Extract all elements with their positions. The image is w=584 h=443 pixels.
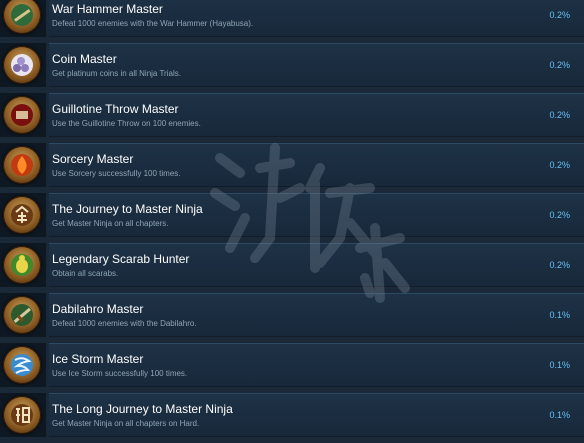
achievement-name: Legendary Scarab Hunter <box>52 252 190 266</box>
achievement-bar: Sorcery Master Use Sorcery successfully … <box>49 143 584 187</box>
achievement-percent: 0.1% <box>549 360 570 370</box>
achievement-description: Get Master Ninja on all chapters on Hard… <box>52 419 200 428</box>
achievement-bar: Ice Storm Master Use Ice Storm successfu… <box>49 343 584 387</box>
achievement-bar: Coin Master Get platinum coins in all Ni… <box>49 43 584 87</box>
ice-storm-icon <box>3 346 41 384</box>
achievement-percent: 0.2% <box>549 210 570 220</box>
achievement-name: Coin Master <box>52 52 117 66</box>
achievement-name: Dabilahro Master <box>52 302 144 316</box>
achievement-row[interactable]: The Journey to Master Ninja Get Master N… <box>0 193 584 237</box>
achievement-percent: 0.2% <box>549 160 570 170</box>
achievement-row[interactable]: Sorcery Master Use Sorcery successfully … <box>0 143 584 187</box>
achievement-name: Ice Storm Master <box>52 352 144 366</box>
achievement-description: Use the Guillotine Throw on 100 enemies. <box>52 119 201 128</box>
achievement-name: Guillotine Throw Master <box>52 102 179 116</box>
achievement-icon-frame <box>0 343 46 387</box>
achievement-row[interactable]: Dabilahro Master Defeat 1000 enemies wit… <box>0 293 584 337</box>
achievement-row[interactable]: Guillotine Throw Master Use the Guilloti… <box>0 93 584 137</box>
master-ninja-hard-kanji-icon <box>3 396 41 434</box>
achievement-percent: 0.2% <box>549 110 570 120</box>
achievement-description: Use Sorcery successfully 100 times. <box>52 169 181 178</box>
guillotine-throw-icon <box>3 96 41 134</box>
achievement-description: Use Ice Storm successfully 100 times. <box>52 369 188 378</box>
achievement-bar: War Hammer Master Defeat 1000 enemies wi… <box>49 0 584 37</box>
achievement-bar: Guillotine Throw Master Use the Guilloti… <box>49 93 584 137</box>
achievement-row[interactable]: Ice Storm Master Use Ice Storm successfu… <box>0 343 584 387</box>
achievement-list: War Hammer Master Defeat 1000 enemies wi… <box>0 0 584 443</box>
sorcery-flame-icon <box>3 146 41 184</box>
achievement-icon-frame <box>0 0 46 37</box>
achievement-percent: 0.1% <box>549 310 570 320</box>
achievement-row[interactable]: Legendary Scarab Hunter Obtain all scara… <box>0 243 584 287</box>
achievement-icon-frame <box>0 43 46 87</box>
achievement-description: Get platinum coins in all Ninja Trials. <box>52 69 181 78</box>
achievement-bar: Dabilahro Master Defeat 1000 enemies wit… <box>49 293 584 337</box>
achievement-name: The Long Journey to Master Ninja <box>52 402 233 416</box>
achievement-row[interactable]: The Long Journey to Master Ninja Get Mas… <box>0 393 584 437</box>
achievement-name: War Hammer Master <box>52 2 163 16</box>
achievement-description: Defeat 1000 enemies with the Dabilahro. <box>52 319 197 328</box>
achievement-icon-frame <box>0 393 46 437</box>
achievement-name: Sorcery Master <box>52 152 134 166</box>
achievement-row[interactable]: War Hammer Master Defeat 1000 enemies wi… <box>0 0 584 37</box>
achievement-icon-frame <box>0 93 46 137</box>
achievement-icon-frame <box>0 243 46 287</box>
achievement-bar: The Long Journey to Master Ninja Get Mas… <box>49 393 584 437</box>
scarab-icon <box>3 246 41 284</box>
achievement-bar: The Journey to Master Ninja Get Master N… <box>49 193 584 237</box>
achievement-icon-frame <box>0 293 46 337</box>
achievement-percent: 0.1% <box>549 410 570 420</box>
dabilahro-sword-icon <box>3 296 41 334</box>
achievement-icon-frame <box>0 193 46 237</box>
achievement-description: Defeat 1000 enemies with the War Hammer … <box>52 19 254 28</box>
achievement-description: Obtain all scarabs. <box>52 269 119 278</box>
achievement-description: Get Master Ninja on all chapters. <box>52 219 169 228</box>
achievement-name: The Journey to Master Ninja <box>52 202 203 216</box>
achievement-row[interactable]: Coin Master Get platinum coins in all Ni… <box>0 43 584 87</box>
war-hammer-icon <box>3 0 41 34</box>
achievement-icon-frame <box>0 143 46 187</box>
achievement-percent: 0.2% <box>549 10 570 20</box>
achievement-percent: 0.2% <box>549 60 570 70</box>
achievement-percent: 0.2% <box>549 260 570 270</box>
achievement-bar: Legendary Scarab Hunter Obtain all scara… <box>49 243 584 287</box>
master-ninja-kanji-icon <box>3 196 41 234</box>
platinum-coins-icon <box>3 46 41 84</box>
